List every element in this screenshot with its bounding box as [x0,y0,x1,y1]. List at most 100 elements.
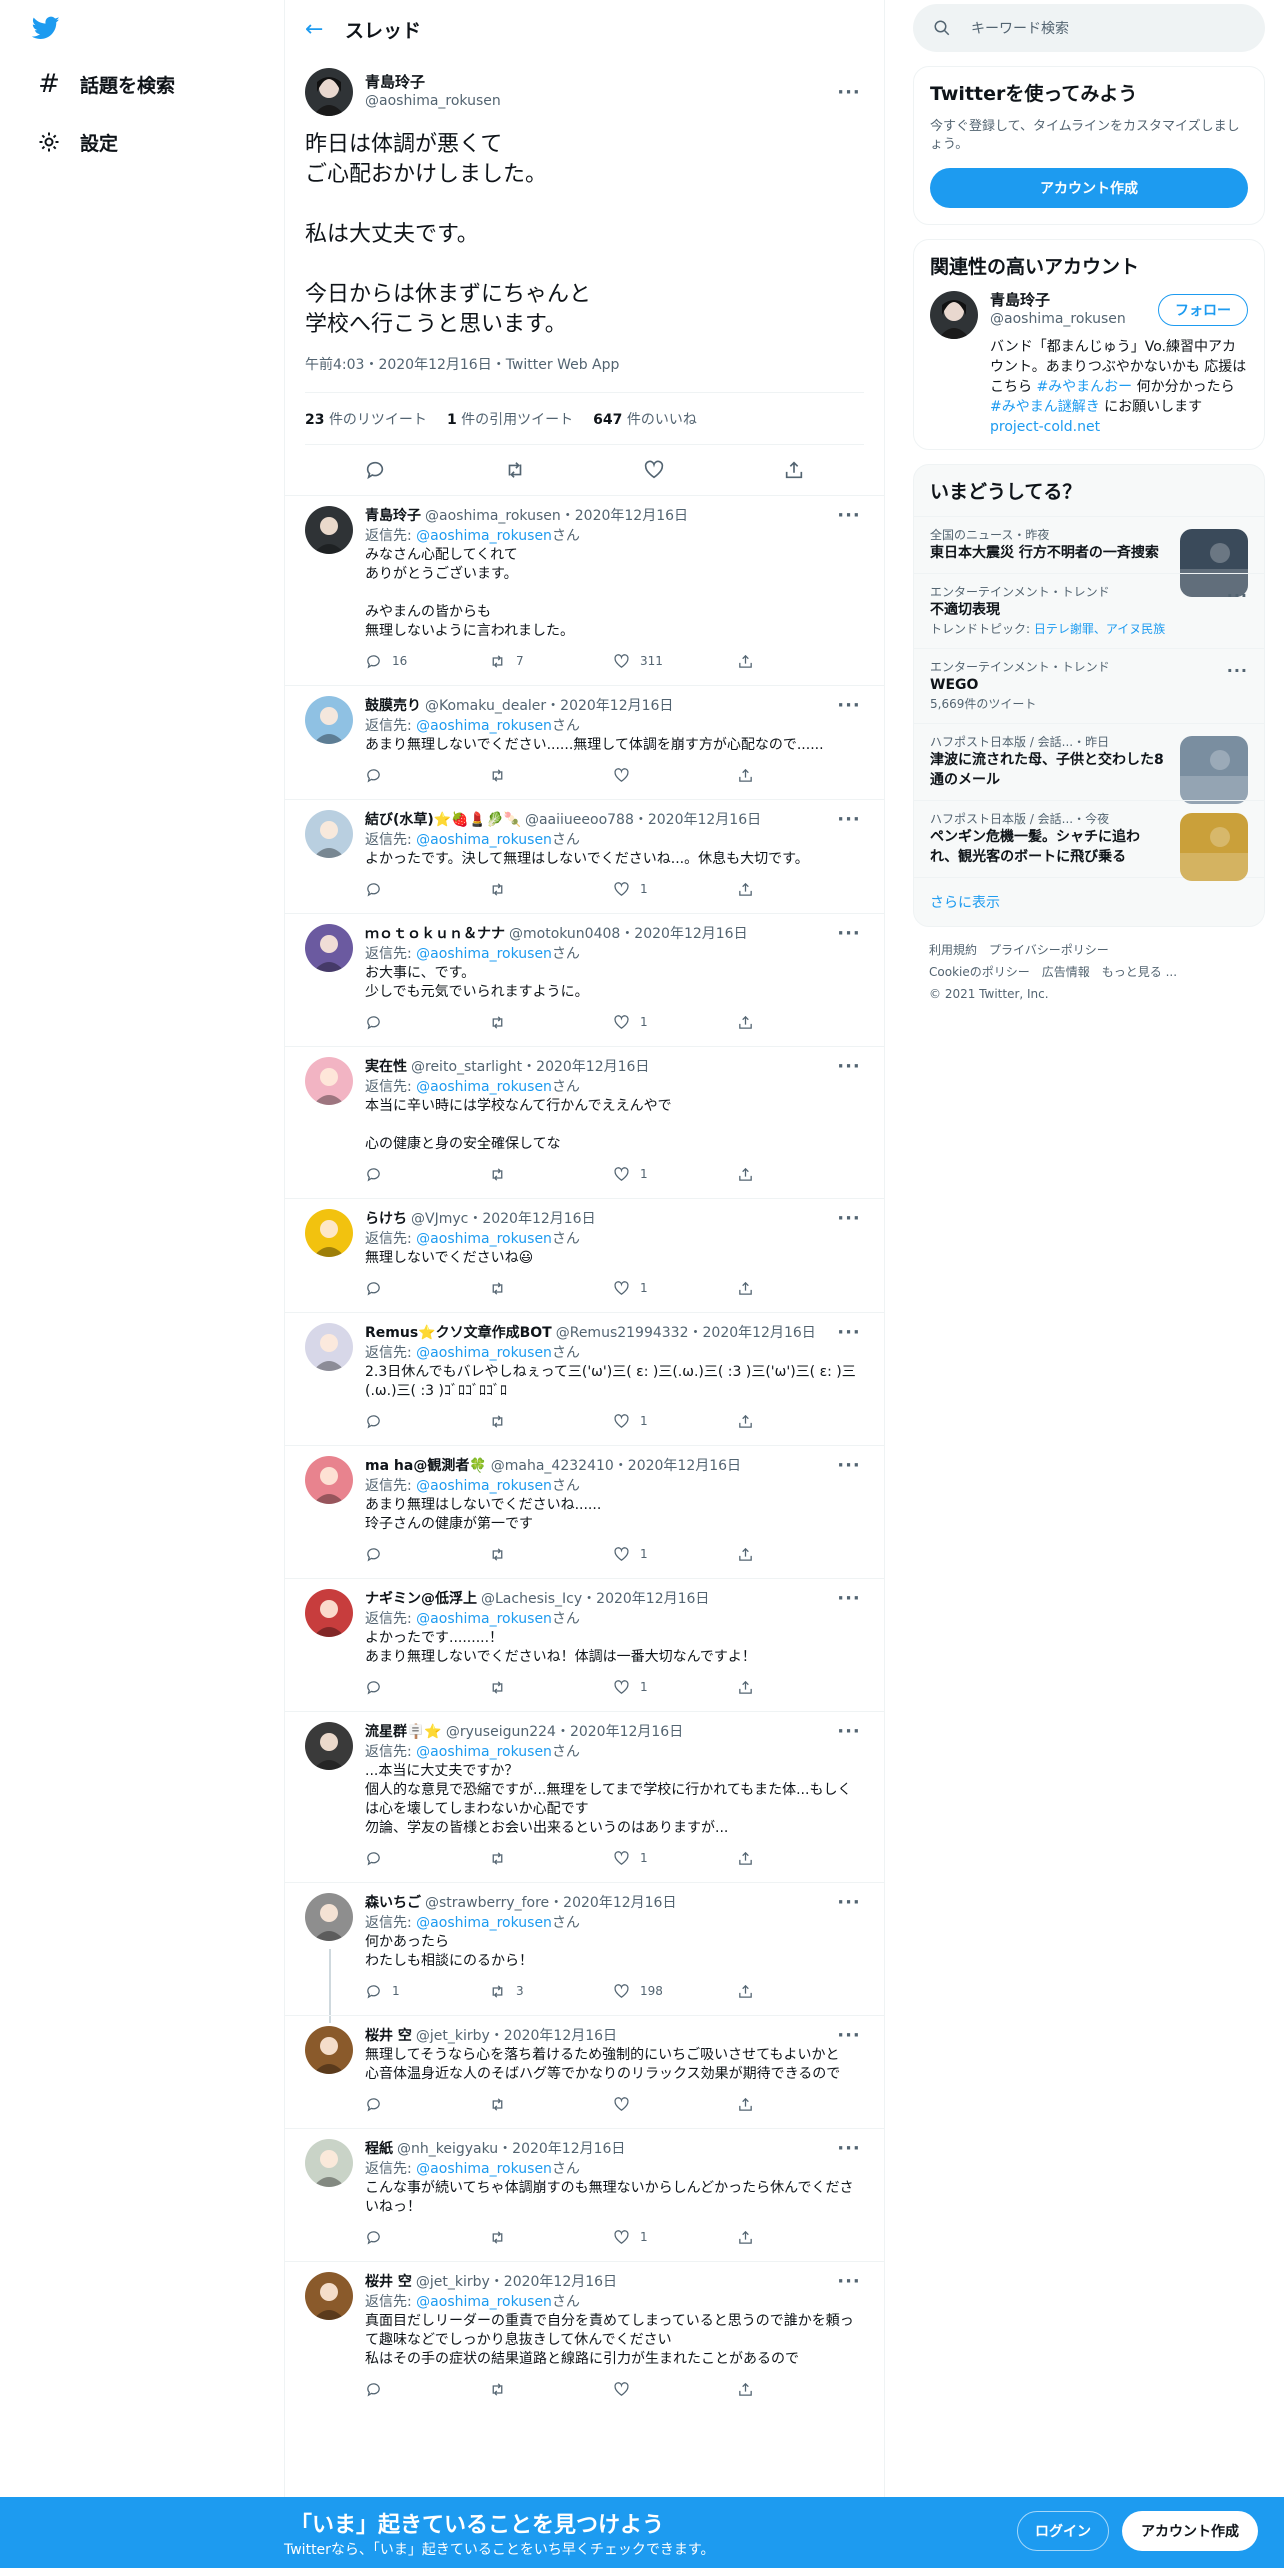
reply-date[interactable]: ・2020年12月16日 [490,2273,617,2292]
retweet-button[interactable] [489,2381,613,2398]
avatar[interactable] [305,696,353,744]
footer-link[interactable]: 利用規約 [929,943,977,957]
reply-button[interactable]: 16 [365,653,489,670]
reply-to-handle[interactable]: @aoshima_rokusen [416,2294,552,2310]
reply-author-name[interactable]: 実在性 [365,1058,407,1077]
reply-button[interactable] [365,1280,489,1297]
trend-thumbnail[interactable] [1180,736,1248,804]
avatar[interactable] [305,1589,353,1637]
reply-button[interactable] [365,1014,489,1031]
reply-button[interactable] [365,881,489,898]
reply-to-handle[interactable]: @aoshima_rokusen [416,718,552,734]
more-options-icon[interactable]: ··· [834,82,864,103]
tweet-timestamp[interactable]: 午前4:03・2020年12月16日・Twitter Web App [305,354,864,393]
show-more-link[interactable]: さらに表示 [914,877,1264,926]
more-options-icon[interactable]: ··· [834,1589,864,1609]
reply-date[interactable]: ・2020年12月16日 [582,1590,709,1609]
reply-to-handle[interactable]: @aoshima_rokusen [416,1611,552,1627]
avatar[interactable] [305,2139,353,2187]
avatar[interactable] [305,1209,353,1257]
share-button[interactable] [737,653,861,670]
reply-author-handle[interactable]: @jet_kirby [416,2027,490,2046]
like-button[interactable]: 1 [613,1413,737,1430]
reply-button[interactable] [365,2381,489,2398]
reply-date[interactable]: ・2020年12月16日 [556,1723,683,1742]
reply-tweet[interactable]: ナギミン@低浮上 @Lachesis_Icy ・2020年12月16日 ··· … [285,1578,884,1711]
reply-author-handle[interactable]: @maha_4232410 [491,1457,614,1476]
reply-author-handle[interactable]: @VJmyc [411,1210,468,1229]
trend-thumbnail[interactable] [1180,813,1248,881]
like-button[interactable] [613,767,737,784]
nav-settings[interactable]: 設定 [34,122,118,162]
reply-tweet[interactable]: 森いちご @strawberry_fore ・2020年12月16日 ··· 返… [285,1882,884,2023]
reply-date[interactable]: ・2020年12月16日 [549,1894,676,1913]
like-button[interactable] [613,2381,737,2398]
more-options-icon[interactable]: ··· [834,696,864,716]
reply-author-name[interactable]: Remus⭐クソ文章作成BOT [365,1324,552,1343]
avatar[interactable] [305,1456,353,1504]
reply-button[interactable]: 1 [365,1983,489,2000]
reply-date[interactable]: ・2020年12月16日 [546,697,673,716]
related-handle[interactable]: @aoshima_rokusen [990,310,1158,329]
website-link[interactable]: project-cold.net [990,419,1100,435]
like-button[interactable]: 1 [613,881,737,898]
quotes-stat[interactable]: 1 件の引用ツイート [447,409,573,429]
like-button[interactable]: 1 [613,1280,737,1297]
reply-author-handle[interactable]: @aoshima_rokusen [425,507,561,526]
reply-icon[interactable] [364,459,386,481]
reply-tweet[interactable]: 桜井 空 @jet_kirby ・2020年12月16日 ··· 返信先: @a… [285,2261,884,2413]
reply-author-handle[interactable]: @jet_kirby [416,2273,490,2292]
reply-author-name[interactable]: 結び(水草)⭐🍓💄🥬🍡 [365,811,521,830]
reply-button[interactable] [365,1546,489,1563]
avatar[interactable] [305,2272,353,2320]
avatar[interactable] [305,924,353,972]
reply-author-name[interactable]: 程紙 [365,2140,393,2159]
like-button[interactable]: 1 [613,1679,737,1696]
like-button[interactable]: 1 [613,1014,737,1031]
reply-to-handle[interactable]: @aoshima_rokusen [416,1079,552,1095]
related-account[interactable]: 青島玲子 @aoshima_rokusen フォロー バンド「都まんじゅう」Vo… [914,291,1264,449]
more-options-icon[interactable]: ··· [834,1209,864,1229]
reply-date[interactable]: ・2020年12月16日 [689,1324,816,1343]
reply-to-handle[interactable]: @aoshima_rokusen [416,1478,552,1494]
reply-to-handle[interactable]: @aoshima_rokusen [416,1345,552,1361]
like-button[interactable] [613,2096,737,2113]
reply-tweet[interactable]: 結び(水草)⭐🍓💄🥬🍡 @aaiiueeoo788 ・2020年12月16日 ·… [285,799,884,913]
follow-button[interactable]: フォロー [1158,294,1248,326]
reply-to-handle[interactable]: @aoshima_rokusen [416,1231,552,1247]
like-button[interactable]: 1 [613,1850,737,1867]
reply-author-handle[interactable]: @ryuseigun224 [446,1723,556,1742]
related-name[interactable]: 青島玲子 [990,291,1158,310]
retweet-button[interactable] [489,1679,613,1696]
retweet-button[interactable] [489,1546,613,1563]
more-options-icon[interactable]: ··· [834,810,864,830]
retweet-button[interactable] [489,1850,613,1867]
reply-author-handle[interactable]: @Remus21994332 [556,1324,689,1343]
share-button[interactable] [737,1679,861,1696]
retweet-button[interactable] [489,767,613,784]
share-button[interactable] [737,881,861,898]
retweet-button[interactable]: 3 [489,1983,613,2000]
reply-date[interactable]: ・2020年12月16日 [634,811,761,830]
share-button[interactable] [737,1983,861,2000]
reply-tweet[interactable]: Remus⭐クソ文章作成BOT @Remus21994332 ・2020年12月… [285,1312,884,1445]
retweet-button[interactable] [489,881,613,898]
more-options-icon[interactable]: ··· [834,2026,864,2046]
reply-date[interactable]: ・2020年12月16日 [620,925,747,944]
reply-button[interactable] [365,767,489,784]
like-button[interactable]: 1 [613,2229,737,2246]
nav-explore[interactable]: # 話題を検索 [34,64,175,104]
more-options-icon[interactable]: ··· [834,1057,864,1077]
reply-tweet[interactable]: ma ha@観測者🍀 @maha_4232410 ・2020年12月16日 ··… [285,1445,884,1578]
reply-author-name[interactable]: 桜井 空 [365,2027,412,2046]
signup-button[interactable]: アカウント作成 [930,168,1248,208]
reply-tweet[interactable]: 程紙 @nh_keigyaku ・2020年12月16日 ··· 返信先: @a… [285,2128,884,2261]
avatar[interactable] [305,1722,353,1770]
reply-to-handle[interactable]: @aoshima_rokusen [416,2161,552,2177]
reply-author-name[interactable]: 流星群🪧⭐ [365,1723,442,1742]
footer-link[interactable]: プライバシーポリシー [989,943,1109,957]
like-icon[interactable] [643,459,665,481]
avatar[interactable] [305,68,353,116]
reply-author-name[interactable]: らけち [365,1210,407,1229]
reply-tweet[interactable]: 青島玲子 @aoshima_rokusen ・2020年12月16日 ··· 返… [285,495,884,685]
